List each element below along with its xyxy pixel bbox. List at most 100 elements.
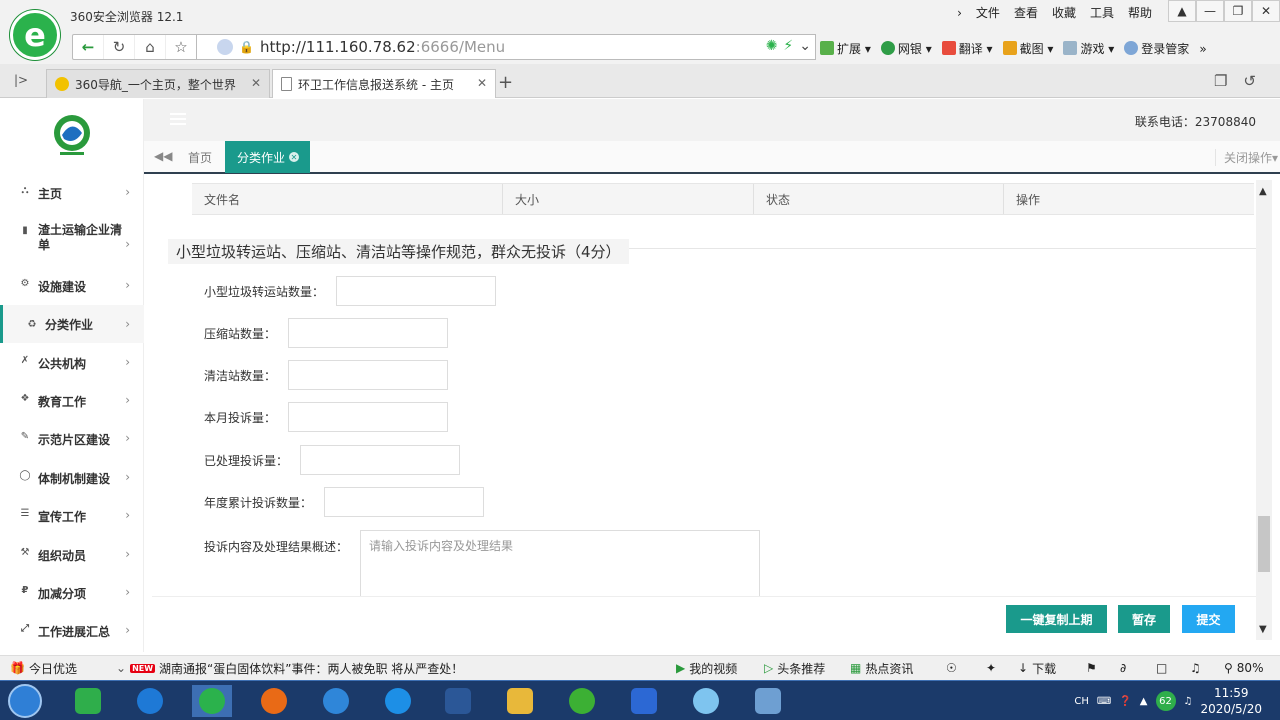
tab-close-icon[interactable]: ✕ [251, 76, 261, 90]
submit-button[interactable]: 提交 [1182, 605, 1235, 633]
chevron-down-icon[interactable]: ⌄ [799, 38, 811, 54]
screenshot-button[interactable]: 截图 ▾ [1002, 40, 1053, 57]
ie-mode-icon[interactable]: ∂ [1120, 661, 1126, 675]
menu-help[interactable]: 帮助 [1128, 4, 1152, 21]
taskbar-word[interactable] [438, 685, 478, 717]
menu-file[interactable]: 文件 [976, 4, 1000, 21]
tab-close-icon[interactable]: ✕ [477, 76, 487, 90]
tray-badge[interactable]: 62 [1155, 691, 1176, 711]
taskbar-weather[interactable] [686, 685, 726, 717]
refresh-icon[interactable]: ↻ [104, 35, 135, 59]
sidebar-item-education[interactable]: ❖ 教育工作 › [0, 393, 144, 410]
language-indicator[interactable]: CH [1074, 696, 1089, 707]
monthly-complaints-input[interactable] [288, 402, 449, 432]
speed-mode-icon[interactable]: ✺ [766, 38, 778, 54]
tabs-back-icon[interactable]: ◀◀ [154, 149, 172, 163]
taskbar-app-k[interactable] [130, 685, 170, 717]
tab-home[interactable]: 首页 [188, 149, 212, 166]
news-ticker[interactable]: ⌄ NEW 湖南通报“蛋白固体饮料”事件：两人被免职 将从严查处！ [116, 660, 463, 677]
handled-complaints-input[interactable] [300, 445, 461, 475]
pin-icon[interactable]: ✦ [986, 661, 996, 675]
compression-station-count-input[interactable] [288, 318, 449, 348]
bank-button[interactable]: 网银 ▾ [880, 40, 932, 57]
more-chevron-icon[interactable]: » [1199, 42, 1206, 56]
volume-icon[interactable]: ♫ [1190, 661, 1201, 675]
sidebar-item-mobilization[interactable]: ⚒ 组织动员 › [0, 547, 144, 564]
home-icon[interactable]: ⌂ [135, 35, 166, 59]
hamburger-menu-icon[interactable] [170, 113, 186, 125]
help-icon[interactable]: ❓ [1119, 696, 1131, 707]
star-icon[interactable]: ☆ [166, 35, 197, 59]
start-button-icon[interactable] [8, 684, 42, 718]
browser-tab-main[interactable]: 环卫工作信息报送系统 - 主页 ✕ [272, 69, 496, 98]
scroll-up-icon[interactable]: ▲ [1259, 186, 1267, 197]
sidebar-item-home[interactable]: ⛬ 主页 › [0, 185, 144, 202]
hot-news[interactable]: ▦ 热点资讯 [850, 660, 913, 677]
sidebar-item-facilities[interactable]: ⚙ 设施建设 › [0, 278, 144, 295]
taskbar-explorer[interactable] [500, 685, 540, 717]
back-icon[interactable]: ← [73, 35, 104, 59]
my-video[interactable]: ▶ 我的视频 [676, 660, 737, 677]
speaker-icon[interactable]: ♫ [1184, 696, 1193, 707]
taskbar-app-green[interactable] [68, 685, 108, 717]
headline-recommend[interactable]: ▷ 头条推荐 [764, 660, 825, 677]
tab-sorting-work[interactable]: 分类作业 ✕ [225, 141, 310, 173]
taskbar-app-cloud[interactable] [316, 685, 356, 717]
games-button[interactable]: 游戏 ▾ [1063, 40, 1114, 57]
flag-icon[interactable]: ⚑ [1086, 661, 1097, 675]
taskbar-app-orange[interactable] [254, 685, 294, 717]
taskbar-ie[interactable] [378, 685, 418, 717]
download-button[interactable]: ↓ 下载 [1018, 660, 1056, 677]
scroll-down-icon[interactable]: ▼ [1259, 624, 1267, 635]
taskbar-wechat[interactable] [562, 685, 602, 717]
address-bar[interactable]: 🔒 http://111.160.78.62 :6666/Menu ✺ ⚡ ⌄ [196, 34, 816, 60]
taskbar-wps[interactable] [624, 685, 664, 717]
network-icon[interactable]: ▲ [1140, 696, 1148, 707]
extensions-button[interactable]: 扩展 ▾ [820, 40, 871, 57]
minimize-icon[interactable]: — [1196, 0, 1224, 22]
sidebar-item-scoring[interactable]: ₽ 加减分项 › [0, 585, 144, 602]
clock[interactable]: 11:59 2020/5/20 [1200, 685, 1262, 717]
sidebar-item-muck-transport[interactable]: ▮ 渣土运输企业清单 › [0, 223, 144, 253]
browser-logo-icon[interactable]: e [10, 10, 60, 60]
menu-chevron-icon[interactable]: › [957, 6, 962, 20]
cleaning-station-count-input[interactable] [288, 360, 449, 390]
save-draft-button[interactable]: 暂存 [1118, 605, 1170, 633]
col-status: 状态 [754, 184, 1004, 214]
sidebar-toggle-icon[interactable]: |> [14, 73, 28, 87]
vertical-scrollbar[interactable]: ▲ ▼ [1256, 180, 1272, 640]
sidebar-item-sorting-work[interactable]: ♻ 分类作业 › [0, 305, 144, 343]
close-operations-button[interactable]: 关闭操作▾ [1214, 149, 1278, 166]
speed-icon[interactable]: ☉ [946, 661, 957, 675]
translate-button[interactable]: 翻译 ▾ [941, 40, 993, 57]
menu-tools[interactable]: 工具 [1090, 4, 1114, 21]
today-picks[interactable]: 🎁 今日优选 [10, 660, 77, 677]
new-tab-icon[interactable]: + [498, 72, 513, 93]
skin-icon[interactable]: ▲ [1168, 0, 1196, 22]
lightning-icon[interactable]: ⚡ [783, 38, 793, 54]
menu-favorites[interactable]: 收藏 [1052, 4, 1076, 21]
sidebar-item-progress-summary[interactable]: ⤢ 工作进展汇总 › [0, 623, 144, 640]
complaint-summary-textarea[interactable] [360, 530, 761, 596]
restore-tab-icon[interactable]: ❐ [1214, 72, 1227, 90]
sidebar-item-publicity[interactable]: ☰ 宣传工作 › [0, 508, 144, 525]
annual-complaints-input[interactable] [324, 487, 485, 517]
copy-last-period-button[interactable]: 一键复制上期 [1006, 605, 1107, 633]
sidebar-item-mechanism[interactable]: ◯ 体制机制建设 › [0, 470, 144, 487]
menu-view[interactable]: 查看 [1014, 4, 1038, 21]
login-manager-button[interactable]: 登录管家 [1124, 40, 1189, 57]
zoom-control[interactable]: ⚲ 80% [1224, 661, 1263, 675]
maximize-icon[interactable]: ❐ [1224, 0, 1252, 22]
keyboard-icon[interactable]: ⌨ [1097, 696, 1111, 707]
small-station-count-input[interactable] [336, 276, 497, 306]
browser-tab-360nav[interactable]: 360导航_一个主页，整个世界 ✕ [46, 69, 270, 98]
close-icon[interactable]: ✕ [1252, 0, 1280, 22]
scrollbar-thumb[interactable] [1258, 516, 1270, 572]
sidebar-item-public-institutions[interactable]: ✗ 公共机构 › [0, 355, 144, 372]
taskbar-screen[interactable] [748, 685, 788, 717]
window-icon[interactable]: □ [1156, 661, 1167, 675]
taskbar-360-browser[interactable] [192, 685, 232, 717]
undo-close-icon[interactable]: ↺ [1243, 72, 1256, 90]
close-circle-icon[interactable]: ✕ [289, 152, 300, 162]
sidebar-item-demo-area[interactable]: ✎ 示范片区建设 › [0, 431, 144, 448]
